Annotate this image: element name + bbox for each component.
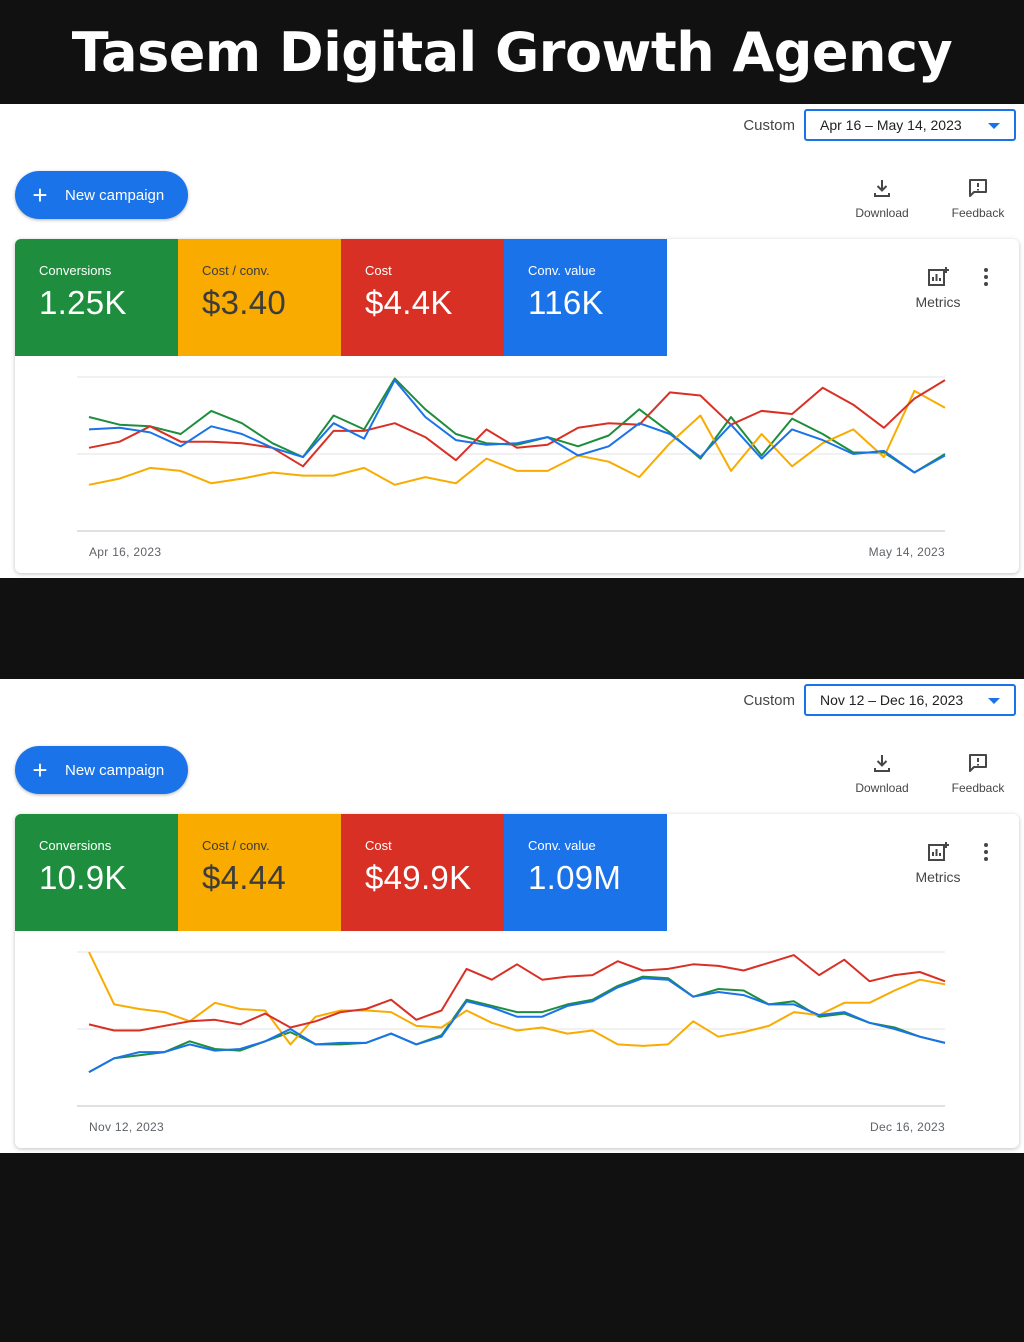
new-campaign-label: New campaign [65, 186, 165, 204]
tile-value: $3.40 [202, 284, 287, 321]
performance-card: Conversions 1.25K Cost / conv. $3.40 Cos… [15, 239, 1019, 573]
performance-card: Conversions 10.9K Cost / conv. $4.44 Cos… [15, 814, 1019, 1148]
series-line-cost [88, 954, 946, 1032]
tile-label: Cost / conv. [202, 263, 270, 278]
metrics-button[interactable]: Metrics [905, 840, 971, 885]
feedback-icon [938, 751, 1018, 775]
metrics-chart-icon [905, 265, 971, 289]
dropdown-caret-icon [988, 123, 1000, 129]
tile-conversion-value[interactable]: Conv. value 116K [504, 239, 667, 356]
performance-line-chart [77, 951, 946, 1107]
date-range-value: Nov 12 – Dec 16, 2023 [820, 692, 964, 708]
tile-conversions[interactable]: Conversions 1.25K [15, 239, 178, 356]
date-range-row: Custom Apr 16 – May 14, 2023 [743, 109, 1016, 141]
date-range-select[interactable]: Nov 12 – Dec 16, 2023 [804, 684, 1016, 716]
tile-cost[interactable]: Cost $49.9K [341, 814, 504, 931]
x-axis-end-label: Dec 16, 2023 [870, 1120, 945, 1134]
tile-value: 116K [528, 284, 604, 321]
banner: Tasem Digital Growth Agency [0, 0, 1024, 104]
feedback-label: Feedback [951, 206, 1005, 220]
date-range-label: Custom [743, 691, 795, 709]
plus-icon: + [32, 755, 48, 785]
download-label: Download [855, 781, 909, 795]
download-label: Download [855, 206, 909, 220]
tile-value: 1.09M [528, 859, 622, 896]
x-axis-start-label: Apr 16, 2023 [89, 545, 162, 559]
more-options-icon[interactable] [981, 842, 991, 867]
download-icon [842, 176, 922, 200]
metrics-label: Metrics [915, 869, 961, 885]
tile-label: Conv. value [528, 838, 596, 853]
metrics-chart-icon [905, 840, 971, 864]
tile-conversion-value[interactable]: Conv. value 1.09M [504, 814, 667, 931]
metric-tiles: Conversions 10.9K Cost / conv. $4.44 Cos… [15, 814, 667, 931]
tile-label: Conv. value [528, 263, 596, 278]
plus-icon: + [32, 180, 48, 210]
more-options-icon[interactable] [981, 267, 991, 292]
dashboard-panel-2: Custom Nov 12 – Dec 16, 2023 + New campa… [0, 679, 1024, 1153]
tile-cost-per-conversion[interactable]: Cost / conv. $4.44 [178, 814, 341, 931]
feedback-icon [938, 176, 1018, 200]
tile-cost[interactable]: Cost $4.4K [341, 239, 504, 356]
new-campaign-button[interactable]: + New campaign [15, 171, 188, 219]
tile-value: 1.25K [39, 284, 127, 321]
dashboard-panel-1: Custom Apr 16 – May 14, 2023 + New campa… [0, 104, 1024, 578]
tile-value: 10.9K [39, 859, 127, 896]
tile-value: $4.4K [365, 284, 453, 321]
tile-label: Cost / conv. [202, 838, 270, 853]
new-campaign-label: New campaign [65, 761, 165, 779]
series-line-cost-conv [88, 951, 946, 1047]
metrics-label: Metrics [915, 294, 961, 310]
tile-label: Cost [365, 263, 392, 278]
tile-label: Conversions [39, 263, 112, 278]
series-line-conv-value [88, 977, 946, 1073]
date-range-value: Apr 16 – May 14, 2023 [820, 117, 962, 133]
series-line-cost [88, 379, 946, 468]
x-axis-end-label: May 14, 2023 [868, 545, 945, 559]
tile-label: Cost [365, 838, 392, 853]
download-button[interactable]: Download [842, 176, 922, 220]
dropdown-caret-icon [988, 698, 1000, 704]
new-campaign-button[interactable]: + New campaign [15, 746, 188, 794]
feedback-button[interactable]: Feedback [938, 176, 1018, 220]
date-range-label: Custom [743, 116, 795, 134]
feedback-button[interactable]: Feedback [938, 751, 1018, 795]
tile-label: Conversions [39, 838, 112, 853]
metric-tiles: Conversions 1.25K Cost / conv. $3.40 Cos… [15, 239, 667, 356]
page-title: Tasem Digital Growth Agency [71, 20, 953, 84]
date-range-select[interactable]: Apr 16 – May 14, 2023 [804, 109, 1016, 141]
feedback-label: Feedback [951, 781, 1005, 795]
tile-conversions[interactable]: Conversions 10.9K [15, 814, 178, 931]
tile-cost-per-conversion[interactable]: Cost / conv. $3.40 [178, 239, 341, 356]
date-range-row: Custom Nov 12 – Dec 16, 2023 [743, 684, 1016, 716]
metrics-button[interactable]: Metrics [905, 265, 971, 310]
download-icon [842, 751, 922, 775]
tile-value: $4.44 [202, 859, 287, 896]
performance-line-chart [77, 376, 946, 532]
x-axis-start-label: Nov 12, 2023 [89, 1120, 164, 1134]
download-button[interactable]: Download [842, 751, 922, 795]
series-line-conversions [88, 975, 946, 1073]
tile-value: $49.9K [365, 859, 472, 896]
